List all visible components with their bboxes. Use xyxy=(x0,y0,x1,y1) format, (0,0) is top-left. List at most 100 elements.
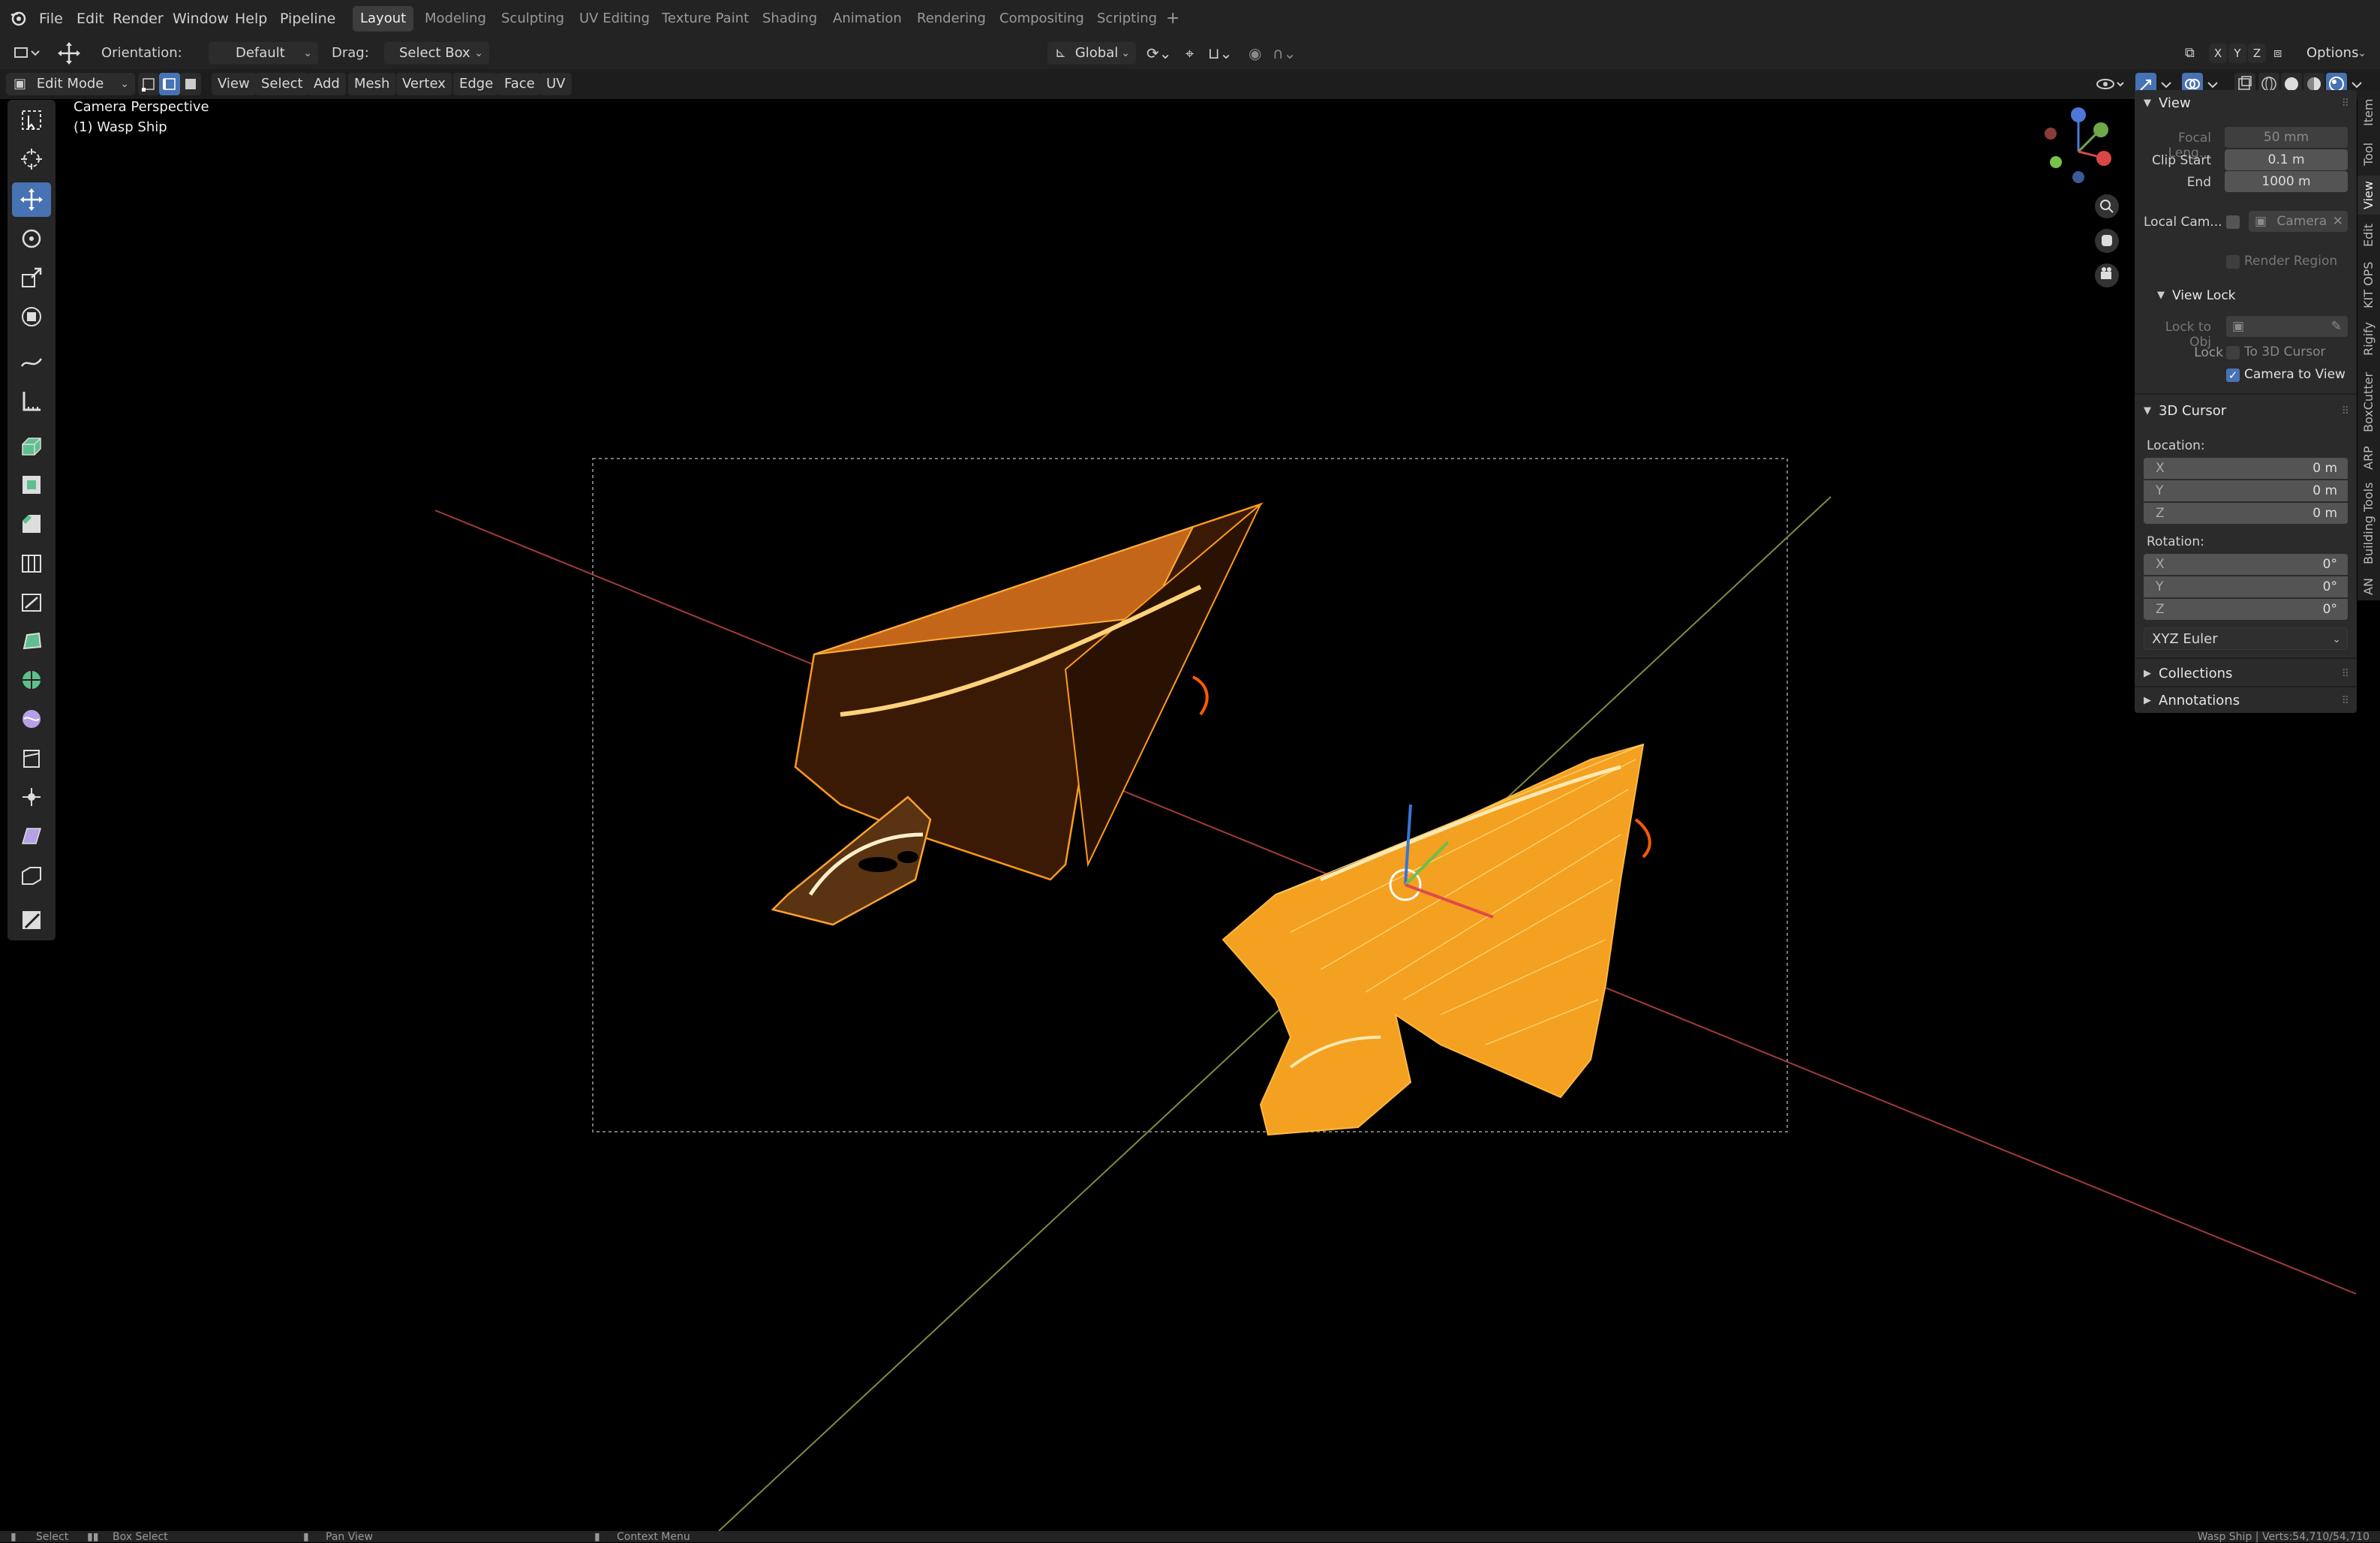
tab-layout[interactable]: Layout xyxy=(353,6,414,32)
tab-rendering[interactable]: Rendering xyxy=(909,6,993,32)
measure-tool-icon[interactable] xyxy=(12,383,51,418)
menu-file[interactable]: File xyxy=(39,0,63,38)
sidebar-tab-building-tools[interactable]: Building Tools xyxy=(2357,476,2380,570)
tab-modeling[interactable]: Modeling xyxy=(417,6,494,32)
lock-to-object-field[interactable]: ▣ ✎ xyxy=(2226,316,2348,337)
annotate-tool-icon[interactable] xyxy=(12,344,51,379)
spin-tool-icon[interactable] xyxy=(12,663,51,697)
cursor-rotation-x-field[interactable]: X 0° xyxy=(2144,554,2348,575)
tab-animation[interactable]: Animation xyxy=(825,6,909,32)
edge-slide-tool-icon[interactable] xyxy=(12,741,51,775)
tab-sculpting[interactable]: Sculpting xyxy=(494,6,572,32)
sidebar-tab-an[interactable]: AN xyxy=(2357,573,2380,600)
drag-grip-icon[interactable]: ⠿ xyxy=(2342,687,2349,714)
menu-mesh[interactable]: Mesh xyxy=(348,73,396,95)
mirror-icon[interactable]: ⧉ xyxy=(2185,38,2207,69)
menu-view[interactable]: View xyxy=(212,73,256,95)
tab-compositing[interactable]: Compositing xyxy=(992,6,1092,32)
menu-vertex[interactable]: Vertex xyxy=(396,73,452,95)
collections-panel-header[interactable]: ▶ Collections ⠿ xyxy=(2135,660,2357,687)
rip-region-tool-icon[interactable] xyxy=(12,858,51,892)
to-3d-cursor-checkbox[interactable] xyxy=(2226,346,2240,359)
blender-logo-icon[interactable] xyxy=(9,0,27,38)
cursor-rotation-z-field[interactable]: Z 0° xyxy=(2144,599,2348,620)
tab-scripting[interactable]: Scripting xyxy=(1089,6,1164,32)
cursor-tool-icon[interactable] xyxy=(12,142,51,176)
options-dropdown[interactable]: Options ⌄ xyxy=(2299,42,2372,65)
cursor-location-z-field[interactable]: Z 0 m xyxy=(2144,503,2348,524)
drag-dropdown[interactable]: Select Box ⌄ xyxy=(384,42,489,65)
menu-select[interactable]: Select xyxy=(255,73,309,95)
sidebar-tab-edit[interactable]: Edit xyxy=(2357,218,2380,254)
shear-tool-icon[interactable] xyxy=(12,819,51,853)
tab-uv-editing[interactable]: UV Editing xyxy=(572,6,657,32)
clear-x-icon[interactable]: ✕ xyxy=(2333,211,2343,232)
tab-shading[interactable]: Shading xyxy=(755,6,825,32)
topology-mirror-icon[interactable]: ⧈ xyxy=(2273,38,2296,69)
menu-uv[interactable]: UV xyxy=(540,73,572,95)
move-tool-icon[interactable] xyxy=(54,38,84,69)
loop-cut-tool-icon[interactable] xyxy=(12,546,51,580)
rotation-mode-dropdown[interactable]: XYZ Euler ⌄ xyxy=(2144,627,2348,650)
visibility-icon[interactable] xyxy=(2093,73,2126,95)
mode-dropdown[interactable]: ▣ Edit Mode ⌄ xyxy=(6,73,135,95)
falloff-icon[interactable]: ∩⌄ xyxy=(1273,38,1303,69)
eyedropper-icon[interactable]: ✎ xyxy=(2331,316,2342,337)
menu-face[interactable]: Face xyxy=(498,73,541,95)
axis-x-toggle[interactable]: X xyxy=(2209,44,2227,63)
bevel-tool-icon[interactable] xyxy=(12,507,51,541)
move-tool-icon[interactable] xyxy=(12,182,51,217)
3d-cursor-panel-header[interactable]: ▼ 3D Cursor ⠿ xyxy=(2135,398,2357,425)
orientation-dropdown[interactable]: Default ⌄ xyxy=(209,42,318,65)
viewport-canvas[interactable] xyxy=(0,99,2380,1531)
edge-select-mode-icon[interactable] xyxy=(159,73,180,95)
menu-window[interactable]: Window xyxy=(173,0,229,38)
menu-render[interactable]: Render xyxy=(113,0,164,38)
drag-grip-icon[interactable]: ⠿ xyxy=(2342,660,2349,687)
drag-grip-icon[interactable]: ⠿ xyxy=(2342,90,2349,117)
menu-pipeline[interactable]: Pipeline xyxy=(280,0,335,38)
sidebar-tab-view[interactable]: View xyxy=(2357,176,2380,215)
tab-texture-paint[interactable]: Texture Paint xyxy=(654,6,756,32)
face-select-mode-icon[interactable] xyxy=(180,73,201,95)
clip-end-field[interactable]: 1000 m xyxy=(2225,171,2348,192)
view-lock-subpanel-header[interactable]: ▼ View Lock xyxy=(2135,282,2357,309)
render-region-checkbox[interactable] xyxy=(2226,255,2240,269)
add-workspace-button[interactable]: + xyxy=(1158,6,1187,32)
boxcutter-tool-icon[interactable] xyxy=(12,903,51,937)
sidebar-tab-tool[interactable]: Tool xyxy=(2357,135,2380,173)
menu-edit[interactable]: Edit xyxy=(77,0,104,38)
sidebar-tab-rigify[interactable]: Rigify xyxy=(2357,317,2380,362)
annotations-panel-header[interactable]: ▶ Annotations ⠿ xyxy=(2135,687,2357,714)
cursor-location-y-field[interactable]: Y 0 m xyxy=(2144,480,2348,501)
cursor-rotation-y-field[interactable]: Y 0° xyxy=(2144,576,2348,597)
camera-to-view-checkbox[interactable]: ✓ xyxy=(2226,368,2240,382)
knife-tool-icon[interactable] xyxy=(12,585,51,619)
poly-build-tool-icon[interactable] xyxy=(12,624,51,658)
rotate-tool-icon[interactable] xyxy=(12,221,51,256)
sidebar-tab-item[interactable]: Item xyxy=(2357,93,2380,132)
axis-z-toggle[interactable]: Z xyxy=(2248,44,2266,63)
snap-toggle-icon[interactable]: ⌖ xyxy=(1185,38,1211,69)
pivot-point-icon[interactable]: ⟳⌄ xyxy=(1146,38,1184,69)
vertex-select-mode-icon[interactable] xyxy=(138,73,159,95)
menu-help[interactable]: Help xyxy=(235,0,267,38)
cursor-location-x-field[interactable]: X 0 m xyxy=(2144,458,2348,479)
sidebar-tab-arp[interactable]: ARP xyxy=(2357,443,2380,473)
shrink-fatten-tool-icon[interactable] xyxy=(12,780,51,814)
smooth-tool-icon[interactable] xyxy=(12,702,51,736)
menu-add[interactable]: Add xyxy=(308,73,346,95)
transform-tool-icon[interactable] xyxy=(12,299,51,334)
clip-start-field[interactable]: 0.1 m xyxy=(2225,149,2348,170)
inset-tool-icon[interactable] xyxy=(12,468,51,502)
local-camera-field[interactable]: ▣ Camera ✕ xyxy=(2249,211,2348,232)
axis-y-toggle[interactable]: Y xyxy=(2228,44,2246,63)
scale-tool-icon[interactable] xyxy=(12,260,51,295)
extrude-tool-icon[interactable] xyxy=(12,429,51,463)
drag-grip-icon[interactable]: ⠿ xyxy=(2342,398,2349,425)
snap-target-icon[interactable]: ⊔⌄ xyxy=(1208,38,1246,69)
sidebar-tab-kit-ops[interactable]: KIT OPS xyxy=(2357,257,2380,314)
sidebar-tab-boxcutter[interactable]: BoxCutter xyxy=(2357,365,2380,440)
select-box-tool-icon[interactable] xyxy=(12,103,51,137)
view-panel-header[interactable]: ▼ View ⠿ xyxy=(2135,90,2357,117)
